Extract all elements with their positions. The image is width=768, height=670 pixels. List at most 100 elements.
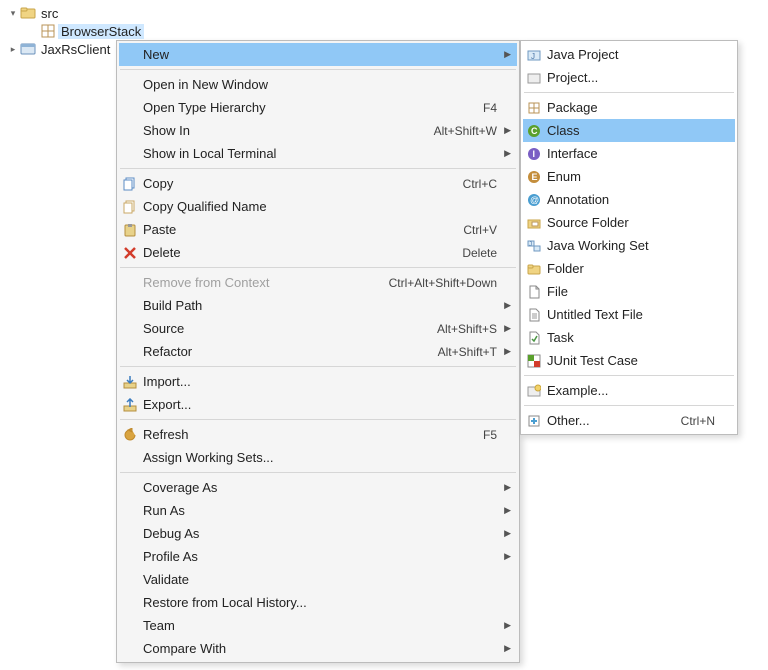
menu-shortcut: Alt+Shift+W [434, 124, 497, 138]
tree-label: BrowserStack [58, 24, 144, 39]
annotation-icon: @ [525, 191, 543, 209]
sub-other[interactable]: Other...Ctrl+N [523, 409, 735, 432]
tree-node-browserstack[interactable]: BrowserStack [6, 22, 768, 40]
sub-annotation[interactable]: @ Annotation [523, 188, 735, 211]
menu-run-as[interactable]: Run As▶ [119, 499, 517, 522]
package-icon [525, 99, 543, 117]
sub-class[interactable]: CClass [523, 119, 735, 142]
menu-remove-context: Remove from ContextCtrl+Alt+Shift+Down [119, 271, 517, 294]
jproj-icon: J [525, 46, 543, 64]
blank-icon [121, 640, 139, 658]
menu-new[interactable]: New▶ [119, 43, 517, 66]
sub-interface[interactable]: IInterface [523, 142, 735, 165]
separator [120, 419, 516, 420]
menu-label: Source [143, 321, 433, 336]
menu-label: Import... [143, 374, 497, 389]
menu-label: Java Working Set [547, 238, 715, 253]
interface-icon: I [525, 145, 543, 163]
context-menu-main[interactable]: New▶ Open in New WindowOpen Type Hierarch… [116, 40, 520, 663]
sub-junit[interactable]: JUnit Test Case [523, 349, 735, 372]
blank-icon [121, 274, 139, 292]
delete-icon [121, 244, 139, 262]
menu-paste[interactable]: PasteCtrl+V [119, 218, 517, 241]
menu-profile-as[interactable]: Profile As▶ [119, 545, 517, 568]
separator [120, 366, 516, 367]
tree-label: JaxRsClient [38, 42, 113, 57]
menu-coverage-as[interactable]: Coverage As▶ [119, 476, 517, 499]
submenu-arrow-icon: ▶ [501, 148, 511, 159]
submenu-arrow-icon: ▶ [501, 323, 511, 334]
junit-icon [525, 352, 543, 370]
sub-folder[interactable]: Folder [523, 257, 735, 280]
menu-label: Show In [143, 123, 430, 138]
tree-node-src[interactable]: src [6, 4, 768, 22]
svg-text:E: E [532, 172, 538, 182]
menu-label: Other... [547, 413, 677, 428]
menu-open-new-window[interactable]: Open in New Window [119, 73, 517, 96]
source-folder-icon [20, 5, 36, 21]
menu-open-type-hierarchy[interactable]: Open Type HierarchyF4 [119, 96, 517, 119]
sub-task[interactable]: Task [523, 326, 735, 349]
sub-untitled-text[interactable]: Untitled Text File [523, 303, 735, 326]
menu-validate[interactable]: Validate [119, 568, 517, 591]
menu-show-in[interactable]: Show InAlt+Shift+W▶ [119, 119, 517, 142]
menu-source[interactable]: SourceAlt+Shift+S▶ [119, 317, 517, 340]
separator [524, 92, 734, 93]
menu-label: Example... [547, 383, 715, 398]
sub-file[interactable]: File [523, 280, 735, 303]
menu-label: Task [547, 330, 715, 345]
txt-icon [525, 306, 543, 324]
menu-compare-with[interactable]: Compare With▶ [119, 637, 517, 660]
blank-icon [121, 449, 139, 467]
menu-copy[interactable]: CopyCtrl+C [119, 172, 517, 195]
menu-restore-history[interactable]: Restore from Local History... [119, 591, 517, 614]
menu-refactor[interactable]: RefactorAlt+Shift+T▶ [119, 340, 517, 363]
menu-label: Delete [143, 245, 458, 260]
sub-package[interactable]: Package [523, 96, 735, 119]
submenu-arrow-icon: ▶ [501, 49, 511, 60]
sub-java-ws[interactable]: JJava Working Set [523, 234, 735, 257]
svg-text:I: I [533, 149, 536, 159]
sub-java-project[interactable]: JJava Project [523, 43, 735, 66]
submenu-arrow-icon: ▶ [501, 643, 511, 654]
menu-refresh[interactable]: RefreshF5 [119, 423, 517, 446]
menu-label: Validate [143, 572, 497, 587]
menu-label: Restore from Local History... [143, 595, 497, 610]
separator [524, 405, 734, 406]
sub-enum[interactable]: E Enum [523, 165, 735, 188]
menu-shortcut: Alt+Shift+T [438, 345, 497, 359]
menu-copy-qualified[interactable]: Copy Qualified Name [119, 195, 517, 218]
menu-build-path[interactable]: Build Path▶ [119, 294, 517, 317]
menu-label: Folder [547, 261, 715, 276]
separator [120, 168, 516, 169]
blank-icon [121, 594, 139, 612]
menu-team[interactable]: Team▶ [119, 614, 517, 637]
menu-show-local-terminal[interactable]: Show in Local Terminal▶ [119, 142, 517, 165]
menu-import[interactable]: Import... [119, 370, 517, 393]
expand-icon[interactable] [8, 44, 18, 54]
expand-icon[interactable] [8, 8, 18, 18]
svg-text:@: @ [530, 195, 539, 205]
menu-debug-as[interactable]: Debug As▶ [119, 522, 517, 545]
menu-label: Annotation [547, 192, 715, 207]
context-menu-new-submenu[interactable]: JJava ProjectProject... PackageCClassIInt… [520, 40, 738, 435]
svg-text:C: C [531, 126, 538, 136]
tree-label: src [38, 6, 61, 21]
copyq-icon [121, 198, 139, 216]
blank-icon [121, 145, 139, 163]
menu-label: Enum [547, 169, 715, 184]
sub-source-folder[interactable]: Source Folder [523, 211, 735, 234]
submenu-arrow-icon: ▶ [501, 505, 511, 516]
blank-icon [121, 320, 139, 338]
menu-export[interactable]: Export... [119, 393, 517, 416]
separator [120, 472, 516, 473]
sub-project[interactable]: Project... [523, 66, 735, 89]
submenu-arrow-icon: ▶ [501, 300, 511, 311]
submenu-arrow-icon: ▶ [501, 620, 511, 631]
sub-example[interactable]: Example... [523, 379, 735, 402]
menu-assign-ws[interactable]: Assign Working Sets... [119, 446, 517, 469]
paste-icon [121, 221, 139, 239]
menu-shortcut: Ctrl+C [463, 177, 497, 191]
menu-delete[interactable]: DeleteDelete [119, 241, 517, 264]
menu-shortcut: F4 [483, 101, 497, 115]
